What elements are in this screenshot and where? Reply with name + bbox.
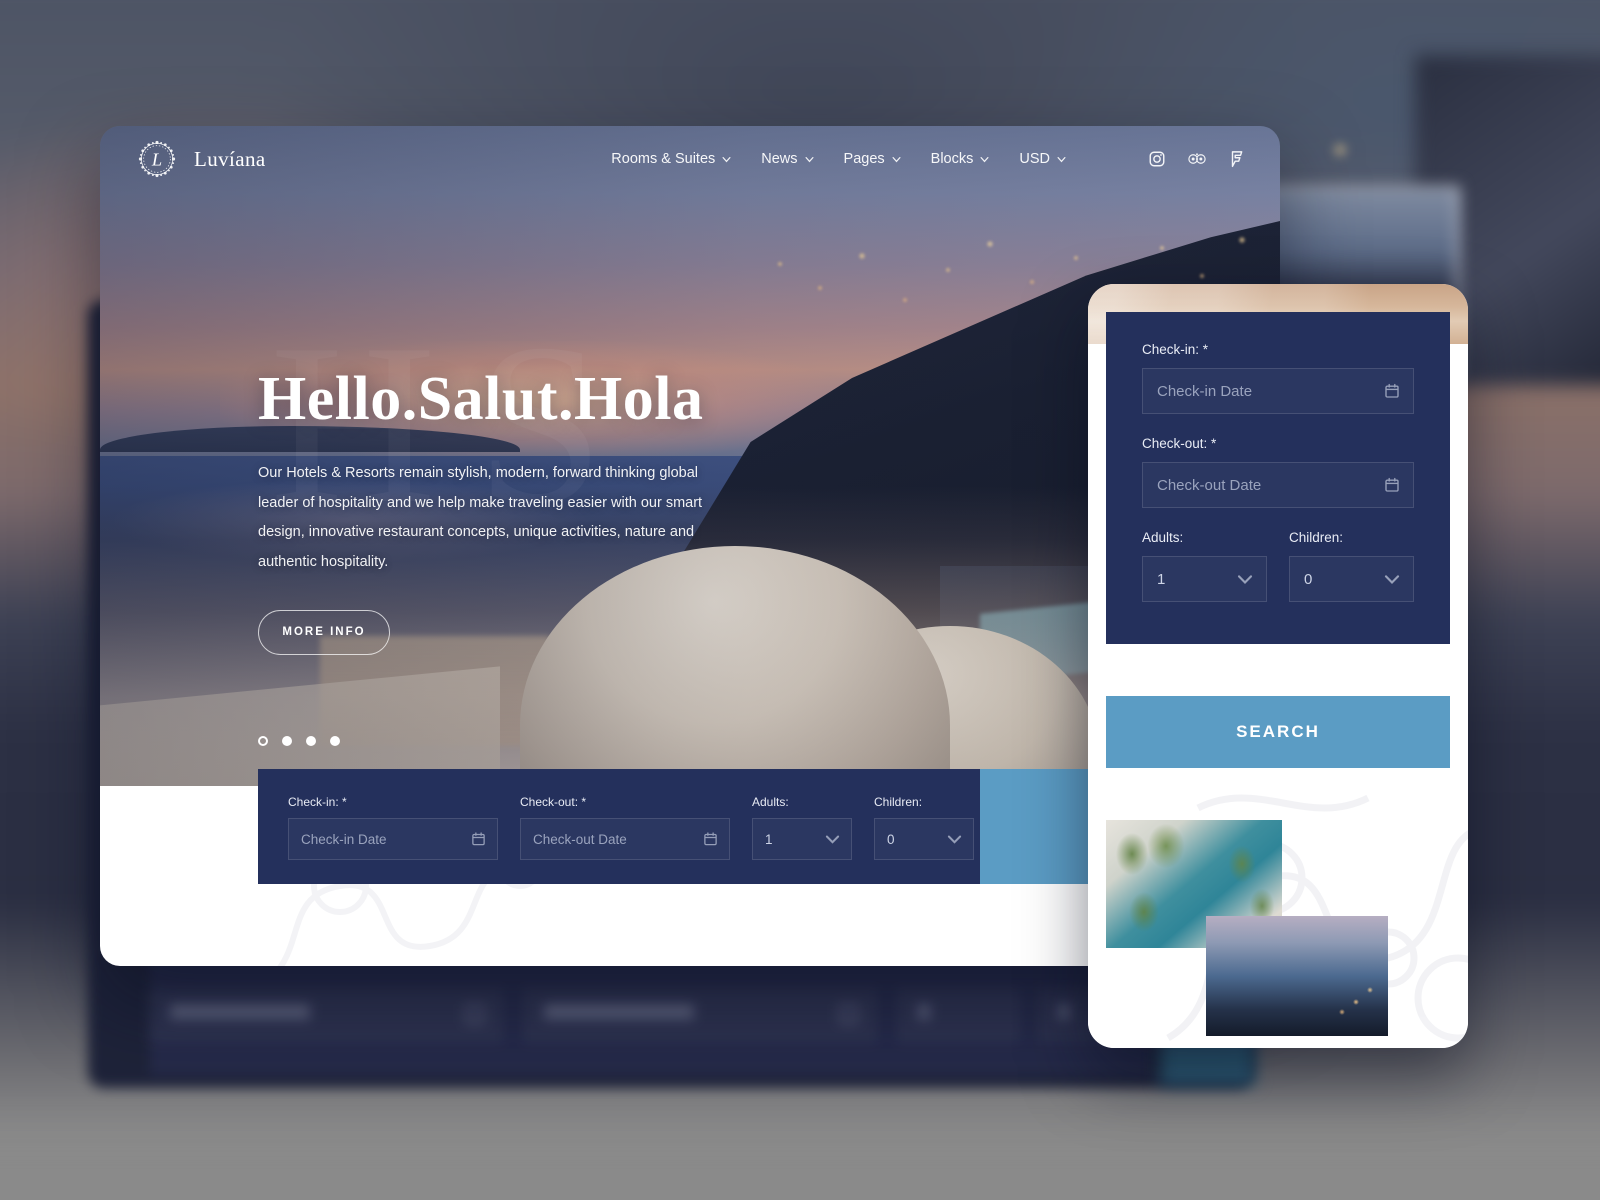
- mobile-checkout-label: Check-out: *: [1142, 436, 1414, 451]
- mobile-booking-form: Check-in: * Check-in Date Check-out: * C…: [1106, 312, 1450, 644]
- social-links: [1148, 150, 1246, 168]
- checkout-label-text: Check-out:: [520, 795, 579, 809]
- hero-subtitle: Our Hotels & Resorts remain stylish, mod…: [258, 464, 703, 571]
- field-checkout: Check-out: * Check-out Date: [520, 795, 730, 860]
- hero-content: Hello.Salut.Hola Our Hotels & Resorts re…: [258, 366, 818, 655]
- calendar-icon: [1385, 383, 1399, 398]
- children-select[interactable]: 0: [874, 818, 974, 860]
- required-marker: *: [1202, 342, 1209, 357]
- nav-item-news[interactable]: News: [761, 151, 814, 167]
- nav-label: Rooms & Suites: [611, 151, 716, 167]
- chevron-down-icon: [1384, 575, 1400, 584]
- tripadvisor-icon[interactable]: [1188, 150, 1206, 168]
- mobile-adults-select[interactable]: 1: [1142, 556, 1267, 602]
- chevron-down-icon: [980, 156, 989, 162]
- instagram-icon[interactable]: [1148, 150, 1166, 168]
- field-adults: Adults: 1: [752, 795, 852, 860]
- site-header: L Luvíana Rooms & Suites News Pages Bloc…: [100, 126, 1280, 192]
- mobile-guests-row: Adults: 1 Children: 0: [1142, 530, 1414, 602]
- hero-title: Hello.Salut.Hola: [258, 365, 704, 433]
- mobile-checkout-date-input[interactable]: Check-out Date: [1142, 462, 1414, 508]
- mobile-photo-coast: [1206, 916, 1388, 1036]
- field-checkin: Check-in: * Check-in Date: [288, 795, 498, 860]
- slider-dot-3[interactable]: [306, 736, 316, 746]
- checkout-date-input[interactable]: Check-out Date: [520, 818, 730, 860]
- nav-label: USD: [1019, 151, 1050, 167]
- field-children: Children: 0: [874, 795, 974, 860]
- mobile-children-value: 0: [1304, 570, 1313, 588]
- nav-label: Blocks: [930, 151, 974, 167]
- mobile-checkout-label-text: Check-out:: [1142, 436, 1208, 451]
- ghost-calendar-icon-checkout: [840, 1005, 857, 1023]
- ghost-field-adults: [898, 990, 1020, 1042]
- slider-dot-4[interactable]: [330, 736, 340, 746]
- more-info-button[interactable]: MORE INFO: [258, 609, 390, 655]
- slider-pagination: [258, 736, 340, 746]
- foursquare-icon[interactable]: [1228, 150, 1246, 168]
- wreath-monogram-icon: L: [138, 140, 176, 178]
- mobile-device-mockup: Check-in: * Check-in Date Check-out: * C…: [1088, 284, 1468, 1048]
- ghost-text-checkout: [544, 1004, 694, 1019]
- calendar-icon: [472, 832, 485, 846]
- nav-label: Pages: [843, 151, 885, 167]
- ghost-text-checkin: [170, 1004, 310, 1019]
- mobile-checkin-placeholder: Check-in Date: [1157, 382, 1253, 400]
- checkin-label: Check-in: *: [288, 795, 498, 809]
- slider-dot-1[interactable]: [258, 736, 268, 746]
- nav-item-rooms-suites[interactable]: Rooms & Suites: [611, 151, 731, 167]
- chevron-down-icon: [805, 156, 814, 162]
- nav-item-blocks[interactable]: Blocks: [931, 151, 990, 167]
- mobile-field-adults: Adults: 1: [1142, 530, 1267, 602]
- mobile-adults-value: 1: [1157, 570, 1166, 588]
- chevron-down-icon: [1057, 156, 1066, 162]
- chevron-down-icon: [825, 835, 840, 844]
- svg-text:L: L: [151, 149, 162, 169]
- required-marker: *: [342, 795, 347, 809]
- required-marker: *: [1211, 436, 1217, 451]
- ghost-calendar-icon-checkin: [466, 1005, 483, 1023]
- mobile-search-button[interactable]: SEARCH: [1106, 696, 1450, 768]
- mobile-adults-label: Adults:: [1142, 530, 1184, 545]
- calendar-icon: [704, 832, 717, 846]
- booking-fields: Check-in: * Check-in Date Check-out: * C…: [258, 769, 980, 884]
- chevron-down-icon: [722, 156, 731, 162]
- checkin-date-input[interactable]: Check-in Date: [288, 818, 498, 860]
- checkout-label: Check-out: *: [520, 795, 730, 809]
- slider-dot-2[interactable]: [282, 736, 292, 746]
- nav-item-currency-usd[interactable]: USD: [1019, 151, 1066, 167]
- primary-nav: Rooms & Suites News Pages Blocks USD: [611, 150, 1246, 168]
- ghost-text-adults: [918, 1004, 930, 1019]
- adults-select[interactable]: 1: [752, 818, 852, 860]
- checkin-placeholder: Check-in Date: [301, 831, 387, 847]
- nav-item-pages[interactable]: Pages: [844, 151, 901, 167]
- mobile-field-children: Children: 0: [1289, 530, 1414, 602]
- children-value: 0: [887, 831, 895, 847]
- adults-value: 1: [765, 831, 773, 847]
- mobile-checkin-label-text: Check-in:: [1142, 342, 1200, 357]
- mobile-children-select[interactable]: 0: [1289, 556, 1414, 602]
- checkin-label-text: Check-in:: [288, 795, 339, 809]
- brand-name: Luvíana: [194, 146, 266, 171]
- chevron-down-icon: [1237, 575, 1253, 584]
- chevron-down-icon: [947, 835, 962, 844]
- mobile-content-section: [1088, 768, 1468, 1048]
- mobile-checkin-date-input[interactable]: Check-in Date: [1142, 368, 1414, 414]
- adults-label: Adults:: [752, 795, 789, 809]
- nav-label: News: [761, 151, 798, 167]
- children-label: Children:: [874, 795, 923, 809]
- mobile-checkin-label: Check-in: *: [1142, 342, 1414, 357]
- calendar-icon: [1385, 477, 1399, 492]
- chevron-down-icon: [892, 156, 901, 162]
- required-marker: *: [581, 795, 587, 809]
- mobile-children-label: Children:: [1289, 530, 1344, 545]
- brand-logo[interactable]: L Luvíana: [134, 136, 266, 182]
- checkout-placeholder: Check-out Date: [533, 831, 627, 847]
- mobile-checkout-placeholder: Check-out Date: [1157, 476, 1262, 494]
- ghost-text-children: [1058, 1004, 1070, 1019]
